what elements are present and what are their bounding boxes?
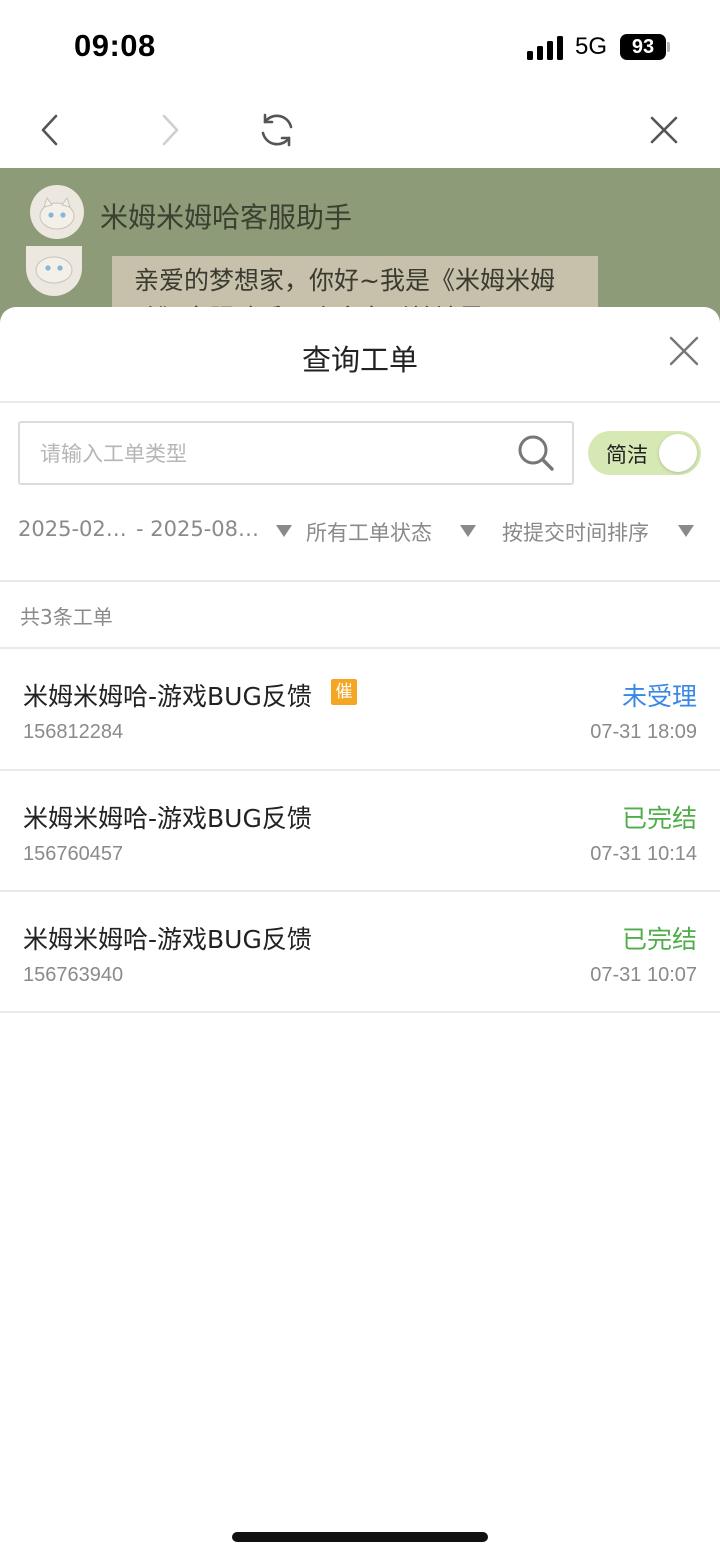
ticket-id: 156812284 — [23, 721, 124, 743]
sort-dropdown-caret-icon[interactable] — [678, 525, 694, 537]
battery-tip — [667, 42, 670, 52]
browser-nav — [0, 92, 720, 168]
cat-avatar-icon — [39, 196, 75, 230]
divider — [0, 401, 720, 403]
ticket-row[interactable]: 米姆米姆哈-游戏BUG反馈 已完结 156763940 07-31 10:07 — [0, 892, 720, 1012]
search-box — [18, 421, 574, 485]
close-icon — [650, 116, 678, 144]
ticket-id: 156763940 — [23, 964, 124, 986]
sort-filter[interactable]: 按提交时间排序 — [502, 517, 649, 547]
chat-title: 米姆米姆哈客服助手 — [100, 201, 353, 234]
refresh-button[interactable] — [253, 106, 301, 154]
ticket-status: 未受理 — [621, 682, 697, 711]
ticket-status: 已完结 — [621, 925, 697, 954]
battery-icon: 93 — [620, 34, 666, 60]
ticket-title: 米姆米姆哈-游戏BUG反馈 — [23, 804, 312, 833]
date-start-filter[interactable]: 2025-02… — [18, 517, 127, 541]
chevron-left-icon — [41, 114, 58, 146]
refresh-icon — [261, 113, 293, 147]
chevron-right-icon — [162, 114, 179, 146]
signal-icon — [527, 36, 563, 60]
back-button[interactable] — [26, 106, 74, 154]
ticket-count: 共3条工单 — [20, 605, 113, 629]
ticket-time: 07-31 18:09 — [590, 721, 697, 743]
close-icon — [669, 336, 699, 366]
toggle-knob — [659, 434, 697, 472]
ticket-title: 米姆米姆哈-游戏BUG反馈 — [23, 682, 312, 711]
close-sheet-button[interactable] — [664, 331, 704, 371]
sheet-title: 查询工单 — [301, 343, 418, 377]
search-input[interactable] — [40, 435, 510, 473]
assistant-avatar — [30, 185, 84, 239]
close-browser-button[interactable] — [640, 106, 688, 154]
ticket-status: 已完结 — [621, 804, 697, 833]
ticket-title: 米姆米姆哈-游戏BUG反馈 — [23, 925, 312, 954]
simple-mode-toggle[interactable]: 简洁 — [588, 431, 701, 475]
toggle-label: 简洁 — [606, 443, 648, 467]
divider — [0, 580, 720, 582]
ticket-time: 07-31 10:14 — [590, 843, 697, 865]
urge-badge: 催 — [331, 679, 357, 705]
status-time: 09:08 — [74, 28, 156, 63]
forward-button[interactable] — [146, 106, 194, 154]
status-dropdown-caret-icon[interactable] — [460, 525, 476, 537]
divider — [0, 1011, 720, 1013]
network-label: 5G — [575, 33, 608, 60]
ticket-row[interactable]: 米姆米姆哈-游戏BUG反馈 已完结 156760457 07-31 10:14 — [0, 771, 720, 891]
status-bar: 09:08 5G 93 — [0, 0, 720, 92]
search-icon[interactable] — [516, 433, 556, 473]
query-ticket-sheet: 查询工单 简洁 2025-02… - 2025-08… 所有工单状态 按提交时间… — [0, 307, 720, 1558]
ticket-time: 07-31 10:07 — [590, 964, 697, 986]
ticket-row[interactable]: 米姆米姆哈-游戏BUG反馈 催 未受理 156812284 07-31 18:0… — [0, 649, 720, 769]
home-indicator — [232, 1532, 488, 1542]
ticket-id: 156760457 — [23, 843, 124, 865]
date-dropdown-caret-icon[interactable] — [276, 525, 292, 537]
status-filter[interactable]: 所有工单状态 — [306, 517, 432, 547]
date-end-filter[interactable]: - 2025-08… — [136, 517, 259, 541]
